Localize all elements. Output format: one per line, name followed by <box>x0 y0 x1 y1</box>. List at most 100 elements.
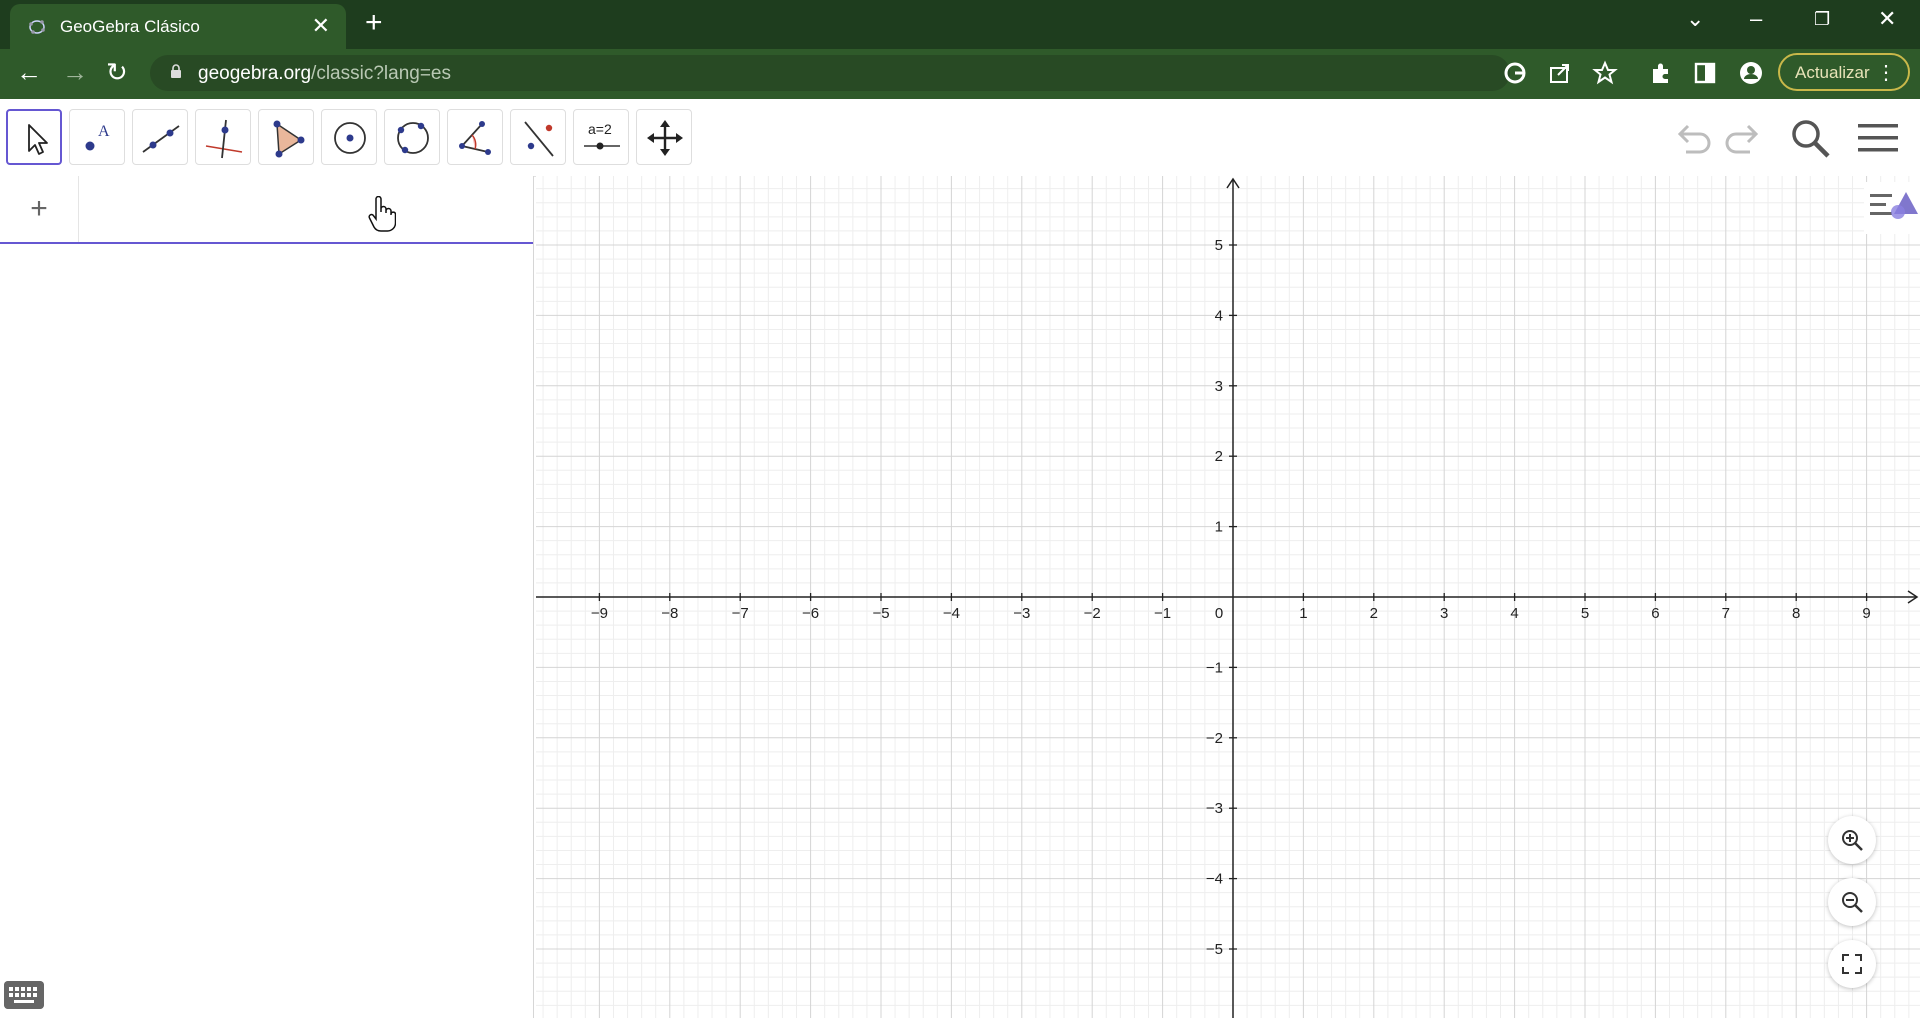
circle-three-points-icon <box>397 122 429 154</box>
x-tick-label: −7 <box>732 605 749 622</box>
zoom-out-button[interactable] <box>1828 878 1876 926</box>
x-tick-label: −2 <box>1084 605 1101 622</box>
tool-point[interactable]: A <box>69 109 125 165</box>
x-tick-label: −5 <box>872 605 889 622</box>
x-tick-label: 4 <box>1510 605 1518 622</box>
angle-icon <box>459 121 491 155</box>
add-item-plus-icon[interactable]: + <box>0 176 79 242</box>
undo-icon[interactable] <box>1668 114 1716 162</box>
omnibox[interactable]: geogebra.org/classic?lang=es <box>150 55 1510 91</box>
geogebra-favicon-icon <box>29 20 45 34</box>
browser-tab-bar: GeoGebra Clásico ✕ + ⌄ – ❐ ✕ <box>0 0 1920 49</box>
new-tab-button[interactable]: + <box>365 6 383 40</box>
extensions-icon[interactable] <box>1648 60 1674 86</box>
share-icon[interactable] <box>1547 60 1573 86</box>
y-tick-label: 2 <box>1215 448 1223 465</box>
tool-line[interactable] <box>132 109 188 165</box>
y-tick-label: 3 <box>1215 378 1223 395</box>
tool-move[interactable] <box>6 109 62 165</box>
circle-center-icon <box>334 122 366 154</box>
x-tick-label: −8 <box>661 605 678 622</box>
profile-icon[interactable] <box>1738 60 1764 86</box>
x-tick-label: 0 <box>1215 605 1223 622</box>
tool-slider[interactable]: a=2 <box>573 109 629 165</box>
tool-angle[interactable] <box>447 109 503 165</box>
x-tick-label: −6 <box>802 605 819 622</box>
fullscreen-button[interactable] <box>1828 940 1876 988</box>
slider-icon: a=2 <box>584 121 620 150</box>
y-tick-label: 5 <box>1215 237 1223 254</box>
algebra-input-field[interactable] <box>80 176 533 242</box>
graphics-style-bar-icon[interactable] <box>1864 182 1920 234</box>
graphics-view[interactable]: −9 −8 −7 −6 −5 −4 −3 −2 −1 0 1 2 3 4 5 6 7 8 9 5 4 3 2 1 −1 −2 −3 −… <box>536 176 1920 1018</box>
algebra-view: + <box>0 176 534 1018</box>
hamburger-menu-icon[interactable] <box>1854 114 1902 162</box>
reflect-line-icon <box>524 121 554 157</box>
redo-icon[interactable] <box>1720 114 1768 162</box>
y-tick-label: −1 <box>1206 659 1223 676</box>
fullscreen-icon <box>1842 954 1862 974</box>
tab-title: GeoGebra Clásico <box>60 17 200 36</box>
reload-button[interactable]: ↻ <box>106 57 128 88</box>
y-tick-label: 1 <box>1215 519 1223 536</box>
google-icon[interactable] <box>1502 60 1528 86</box>
browser-tab[interactable]: GeoGebra Clásico ✕ <box>10 4 346 49</box>
url-host: geogebra.org <box>198 63 312 84</box>
perpendicular-line-icon <box>205 119 243 159</box>
x-tick-label: 5 <box>1581 605 1589 622</box>
bookmark-star-icon[interactable] <box>1592 60 1618 86</box>
more-menu-icon[interactable]: ⋮ <box>1876 60 1896 85</box>
minimize-button[interactable]: – <box>1750 6 1762 32</box>
x-tick-label: 2 <box>1370 605 1378 622</box>
update-browser-button[interactable]: Actualizar ⋮ <box>1778 53 1910 91</box>
search-icon[interactable] <box>1786 114 1834 162</box>
y-tick-label: −5 <box>1206 941 1223 958</box>
coordinate-grid[interactable]: −9 −8 −7 −6 −5 −4 −3 −2 −1 0 1 2 3 4 5 6 7 8 9 5 4 3 2 1 −1 −2 −3 −… <box>536 176 1920 1018</box>
url-text: geogebra.org/classic?lang=es <box>198 63 451 85</box>
x-tick-label: 9 <box>1862 605 1870 622</box>
x-tick-label: −4 <box>943 605 960 622</box>
url-path: /classic?lang=es <box>311 63 451 84</box>
svg-text:A: A <box>98 123 110 140</box>
y-tick-label: −4 <box>1206 871 1223 888</box>
x-tick-label: 3 <box>1440 605 1448 622</box>
x-tick-label: 8 <box>1792 605 1800 622</box>
close-window-button[interactable]: ✕ <box>1878 6 1896 32</box>
back-button[interactable]: ← <box>16 57 42 88</box>
hand-pointer-cursor-icon <box>368 196 396 232</box>
browser-address-bar: ← → ↻ geogebra.org/classic?lang=es Actua… <box>0 49 1920 99</box>
tool-reflect[interactable] <box>510 109 566 165</box>
geogebra-toolbar: A a=2 <box>0 99 1920 177</box>
y-tick-label: −3 <box>1206 800 1223 817</box>
move-graphics-view-icon <box>647 120 683 156</box>
x-tick-label: 1 <box>1299 605 1307 622</box>
tool-perpendicular-line[interactable] <box>195 109 251 165</box>
x-tick-label: −1 <box>1154 605 1171 622</box>
close-tab-icon[interactable]: ✕ <box>312 13 330 39</box>
side-panel-icon[interactable] <box>1692 60 1718 86</box>
x-tick-label: −3 <box>1013 605 1030 622</box>
tool-polygon[interactable] <box>258 109 314 165</box>
tab-search-chevron-icon[interactable]: ⌄ <box>1686 6 1704 32</box>
tool-circle-center-point[interactable] <box>321 109 377 165</box>
zoom-in-button[interactable] <box>1828 816 1876 864</box>
restore-button[interactable]: ❐ <box>1814 9 1830 30</box>
point-icon: A <box>85 123 110 151</box>
lock-icon <box>171 64 181 78</box>
tool-circle-three-points[interactable] <box>384 109 440 165</box>
tool-move-graphics-view[interactable] <box>636 109 692 165</box>
y-tick-label: 4 <box>1215 307 1223 324</box>
x-tick-label: −9 <box>591 605 608 622</box>
slider-tool-label: a=2 <box>588 121 612 137</box>
line-icon <box>142 125 180 153</box>
polygon-icon <box>273 120 305 158</box>
move-arrow-icon <box>28 124 48 155</box>
algebra-input-row: + <box>0 176 533 244</box>
update-label: Actualizar <box>1795 63 1870 82</box>
zoom-out-icon <box>1842 892 1863 913</box>
zoom-in-icon <box>1842 830 1863 851</box>
forward-button[interactable]: → <box>62 57 88 88</box>
virtual-keyboard-icon[interactable] <box>4 981 44 1009</box>
y-tick-label: −2 <box>1206 730 1223 747</box>
x-tick-label: 7 <box>1722 605 1730 622</box>
